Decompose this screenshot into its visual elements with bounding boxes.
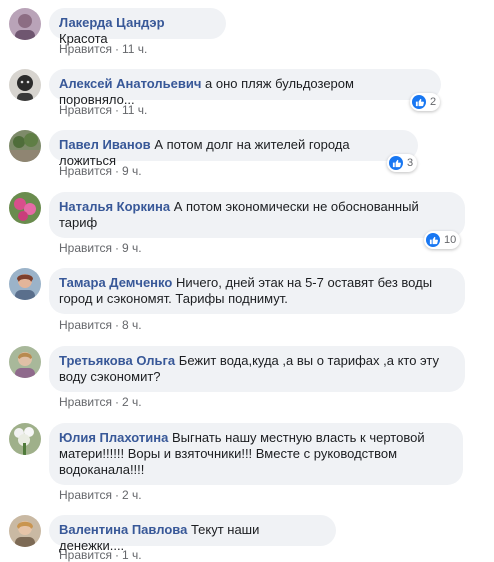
avatar[interactable] bbox=[9, 268, 41, 300]
reaction-count-badge[interactable]: 2 bbox=[410, 93, 441, 111]
comment-author[interactable]: Юлия Плахотина bbox=[59, 430, 168, 445]
comment-author[interactable]: Наталья Коркина bbox=[59, 199, 170, 214]
comment-bubble: Наталья Коркина А потом экономически не … bbox=[49, 192, 465, 238]
comment-time[interactable]: 8 ч. bbox=[122, 318, 142, 332]
comment-meta: Нравится · 11 ч. bbox=[59, 42, 147, 56]
separator-dot: · bbox=[114, 548, 119, 562]
avatar[interactable] bbox=[9, 423, 41, 455]
reaction-count: 3 bbox=[407, 157, 414, 169]
comment-time[interactable]: 2 ч. bbox=[122, 488, 142, 502]
separator-dot: · bbox=[114, 241, 119, 255]
comment-author[interactable]: Тамара Демченко bbox=[59, 275, 172, 290]
reaction-count-badge[interactable]: 3 bbox=[387, 154, 418, 172]
comment-meta: Нравится · 9 ч. bbox=[59, 164, 142, 178]
comment-bubble: Лакерда Цандэр Красота bbox=[49, 8, 226, 46]
reaction-count: 2 bbox=[430, 96, 437, 108]
thumbs-up-icon bbox=[412, 95, 426, 109]
separator-dot: · bbox=[114, 395, 119, 409]
comment-bubble: Юлия Плахотина Выгнать нашу местную влас… bbox=[49, 423, 463, 485]
comment-author[interactable]: Павел Иванов bbox=[59, 137, 151, 152]
like-link[interactable]: Нравится bbox=[59, 395, 112, 409]
comment-bubble: Валентина Павлова Текут наши денежки.... bbox=[49, 515, 336, 553]
like-link[interactable]: Нравится bbox=[59, 241, 112, 255]
comment-time[interactable]: 9 ч. bbox=[122, 164, 142, 178]
separator-dot: · bbox=[114, 488, 119, 502]
like-link[interactable]: Нравится bbox=[59, 318, 112, 332]
comment-meta: Нравится · 2 ч. bbox=[59, 488, 142, 502]
reaction-count: 10 bbox=[444, 234, 457, 246]
comment-author[interactable]: Валентина Павлова bbox=[59, 522, 187, 537]
comment-time[interactable]: 2 ч. bbox=[122, 395, 142, 409]
separator-dot: · bbox=[114, 103, 119, 117]
like-link[interactable]: Нравится bbox=[59, 488, 112, 502]
avatar[interactable] bbox=[9, 515, 41, 547]
avatar[interactable] bbox=[9, 8, 41, 40]
separator-dot: · bbox=[114, 42, 119, 56]
comment-meta: Нравится · 11 ч. bbox=[59, 103, 147, 117]
avatar[interactable] bbox=[9, 130, 41, 162]
separator-dot: · bbox=[114, 318, 119, 332]
like-link[interactable]: Нравится bbox=[59, 103, 112, 117]
like-link[interactable]: Нравится bbox=[59, 164, 112, 178]
avatar[interactable] bbox=[9, 192, 41, 224]
comment-meta: Нравится · 2 ч. bbox=[59, 395, 142, 409]
comment-time[interactable]: 9 ч. bbox=[122, 241, 142, 255]
comment-time[interactable]: 1 ч. bbox=[122, 548, 142, 562]
avatar[interactable] bbox=[9, 346, 41, 378]
comment-bubble: Третьякова Ольга Бежит вода,куда ,а вы о… bbox=[49, 346, 465, 392]
reaction-count-badge[interactable]: 10 bbox=[424, 231, 461, 249]
comment-bubble: Алексей Анатольевич а оно пляж бульдозер… bbox=[49, 69, 441, 107]
avatar[interactable] bbox=[9, 69, 41, 101]
comment-meta: Нравится · 9 ч. bbox=[59, 241, 142, 255]
comment-bubble: Павел Иванов А потом долг на жителей гор… bbox=[49, 130, 418, 168]
thumbs-up-icon bbox=[426, 233, 440, 247]
like-link[interactable]: Нравится bbox=[59, 548, 112, 562]
comment-meta: Нравится · 1 ч. bbox=[59, 548, 142, 562]
comment-author[interactable]: Алексей Анатольевич bbox=[59, 76, 201, 91]
comment-author[interactable]: Третьякова Ольга bbox=[59, 353, 175, 368]
comment-time[interactable]: 11 ч. bbox=[122, 103, 147, 117]
comment-time[interactable]: 11 ч. bbox=[122, 42, 147, 56]
comment-author[interactable]: Лакерда Цандэр bbox=[59, 15, 165, 30]
comment-bubble: Тамара Демченко Ничего, дней этак на 5-7… bbox=[49, 268, 465, 314]
separator-dot: · bbox=[114, 164, 119, 178]
like-link[interactable]: Нравится bbox=[59, 42, 112, 56]
comment-meta: Нравится · 8 ч. bbox=[59, 318, 142, 332]
thumbs-up-icon bbox=[389, 156, 403, 170]
